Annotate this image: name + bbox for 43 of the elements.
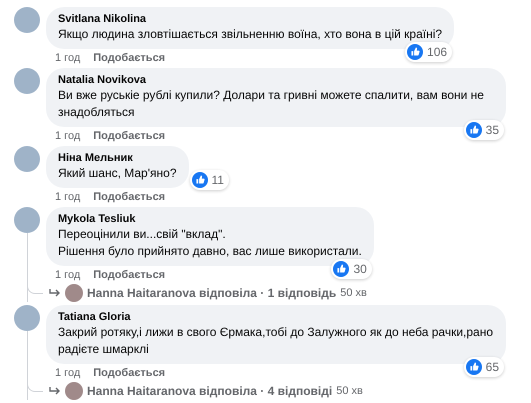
replies-link[interactable]: Hanna Haitaranova відповіла · 1 відповідь xyxy=(87,284,336,302)
avatar[interactable] xyxy=(14,146,40,172)
thumbs-up-icon xyxy=(466,122,482,138)
avatar[interactable] xyxy=(65,284,83,302)
thumbs-up-icon xyxy=(192,172,208,188)
thumbs-up-icon xyxy=(333,261,350,277)
reply-arrow-icon xyxy=(49,288,61,298)
avatar[interactable] xyxy=(14,305,40,331)
author-name[interactable]: Mykola Tesliuk xyxy=(58,212,362,226)
like-link[interactable]: Подобається xyxy=(93,268,166,282)
comment-time[interactable]: 1 год xyxy=(55,366,80,380)
comment-time[interactable]: 1 год xyxy=(55,268,80,282)
author-name[interactable]: Ніна Мельник xyxy=(58,151,176,165)
comment-text: Якщо людина зловтішається звільненню воїна, хто вона в цій країні? xyxy=(58,26,442,43)
like-link[interactable]: Подобається xyxy=(93,129,166,143)
reaction-count[interactable]: 106 xyxy=(405,42,452,62)
like-link[interactable]: Подобається xyxy=(93,366,166,380)
avatar[interactable] xyxy=(14,207,40,233)
comment-text: Закрий ротяку,і лижи в свого Єрмака,тобі до Залужного як до неба рачки,рано радієте шмарклі xyxy=(58,324,494,358)
reaction-count[interactable]: 11 xyxy=(190,170,229,190)
reaction-count[interactable]: 35 xyxy=(464,120,504,140)
avatar[interactable] xyxy=(65,382,83,400)
author-name[interactable]: Tatiana Gloria xyxy=(58,310,494,324)
reaction-count[interactable]: 65 xyxy=(464,357,504,377)
author-name[interactable]: Natalia Novikova xyxy=(58,73,494,87)
author-name[interactable]: Svitlana Nikolina xyxy=(58,12,442,26)
comment-time[interactable]: 1 год xyxy=(55,190,80,204)
avatar[interactable] xyxy=(14,7,40,33)
thumbs-up-icon xyxy=(407,44,424,60)
reply-time: 50 хв xyxy=(336,384,363,399)
reply-time: 50 хв xyxy=(340,286,367,301)
comment-time[interactable]: 1 год xyxy=(55,129,80,143)
avatar[interactable] xyxy=(14,68,40,94)
comment-time[interactable]: 1 год xyxy=(55,51,80,65)
comment-text: Ви вже руськіе рублі купили? Долари та гривні можете спалити, вам вони не знадобляться xyxy=(58,87,485,121)
comment-text: Переоцінили ви...свій "вклад". Рішення було прийнято давно, вас лише використали. xyxy=(58,226,362,260)
thumbs-up-icon xyxy=(466,359,482,375)
replies-link[interactable]: Hanna Haitaranova відповіла · 4 відповіді xyxy=(87,382,332,400)
comment-text: Який шанс, Мар'яно? xyxy=(58,165,176,182)
like-link[interactable]: Подобається xyxy=(93,51,166,65)
like-link[interactable]: Подобається xyxy=(93,190,166,204)
reply-arrow-icon xyxy=(49,386,61,396)
reaction-count[interactable]: 30 xyxy=(331,259,372,279)
